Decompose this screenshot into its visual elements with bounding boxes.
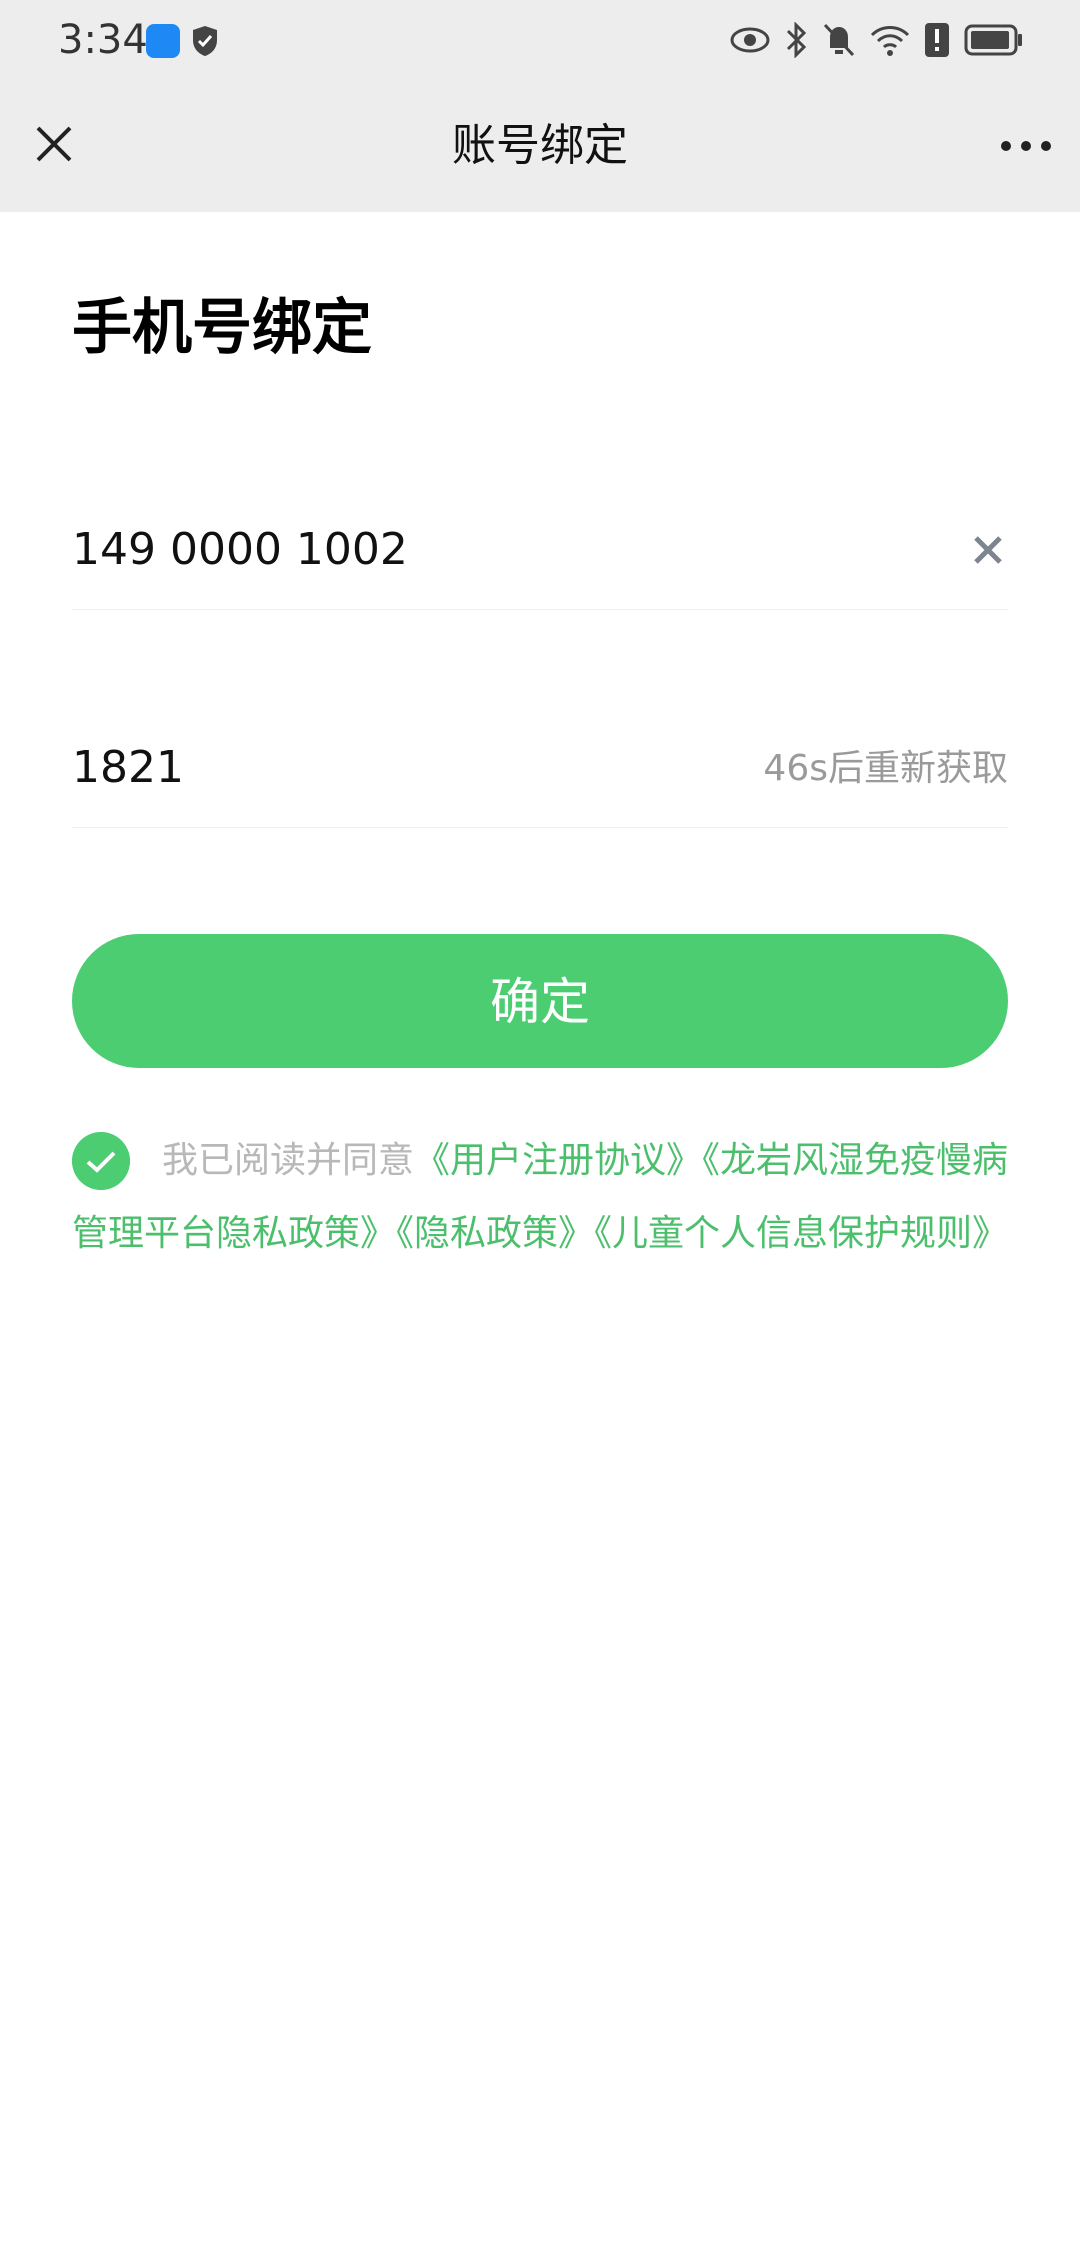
status-bar: 3:34 xyxy=(0,0,1080,80)
wifi-icon xyxy=(870,26,910,56)
code-field: 46s后重新获取 xyxy=(72,718,1008,828)
status-time: 3:34 xyxy=(58,17,148,63)
link-user-agreement[interactable]: 《用户注册协议》 xyxy=(414,1140,702,1181)
clear-icon[interactable] xyxy=(968,530,1008,570)
more-icon[interactable] xyxy=(994,120,1058,172)
agreement-prefix: 我已阅读并同意 xyxy=(162,1140,415,1181)
alert-icon xyxy=(925,23,949,57)
eye-icon xyxy=(730,27,770,53)
bell-off-icon xyxy=(823,23,855,57)
link-children-privacy[interactable]: 《儿童个人信息保护规则》 xyxy=(594,1213,1008,1254)
battery-icon xyxy=(964,24,1022,56)
link-privacy-policy[interactable]: 《隐私政策》 xyxy=(396,1213,594,1254)
nav-bar: 账号绑定 xyxy=(0,80,1080,212)
code-input[interactable] xyxy=(72,740,772,796)
nav-title: 账号绑定 xyxy=(452,120,628,171)
bluetooth-icon xyxy=(786,22,807,58)
phone-input[interactable] xyxy=(72,522,772,578)
phone-field xyxy=(72,500,1008,610)
weather-app-icon xyxy=(146,24,180,58)
shield-icon xyxy=(193,26,217,56)
agreement-text: 我已阅读并同意《用户注册协议》《龙岩风湿免疫慢病管理平台隐私政策》《隐私政策》《… xyxy=(72,1124,1012,1270)
resend-countdown[interactable]: 46s后重新获取 xyxy=(763,746,1008,792)
page-heading: 手机号绑定 xyxy=(72,293,372,363)
status-icons xyxy=(730,18,1024,62)
confirm-button[interactable]: 确定 xyxy=(72,934,1008,1068)
